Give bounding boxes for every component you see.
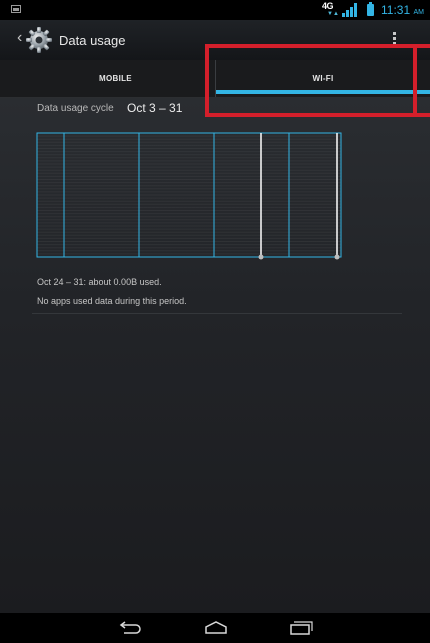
image-icon [11, 5, 21, 13]
recent-apps-icon[interactable] [288, 621, 314, 635]
signal-icon [342, 3, 362, 17]
tab-mobile[interactable]: MOBILE [16, 60, 215, 97]
network-arrows-icon: ▼▲ [327, 11, 339, 17]
overflow-menu-icon[interactable] [393, 32, 397, 50]
usage-chart[interactable] [0, 98, 430, 268]
back-icon[interactable] [118, 621, 144, 635]
action-bar: ‹ Data usage [0, 20, 430, 60]
status-bar: 4G ▼▲ 11:31 AM [0, 0, 430, 20]
no-apps-message: No apps used data during this period. [37, 296, 187, 306]
usage-summary: Oct 24 – 31: about 0.00B used. [37, 277, 162, 287]
home-icon[interactable] [203, 621, 229, 635]
sweep-end-knob [334, 254, 340, 260]
screen-title: Data usage [59, 33, 126, 48]
annotation-pointer-line [417, 44, 430, 48]
sweep-start-knob [258, 254, 264, 260]
battery-icon [367, 2, 374, 16]
annotation-pointer-line [417, 113, 430, 117]
up-caret-icon[interactable]: ‹ [17, 30, 22, 46]
network-type-label: 4G [322, 1, 334, 11]
divider [32, 313, 402, 314]
selected-tab-indicator [216, 90, 430, 94]
clock: 11:31 AM [381, 3, 424, 17]
data-usage-panel: Data usage cycle Oct 3 – 31 Oct 24 – 31:… [0, 98, 430, 613]
settings-gear-icon[interactable] [25, 26, 53, 54]
navigation-bar [0, 613, 430, 643]
